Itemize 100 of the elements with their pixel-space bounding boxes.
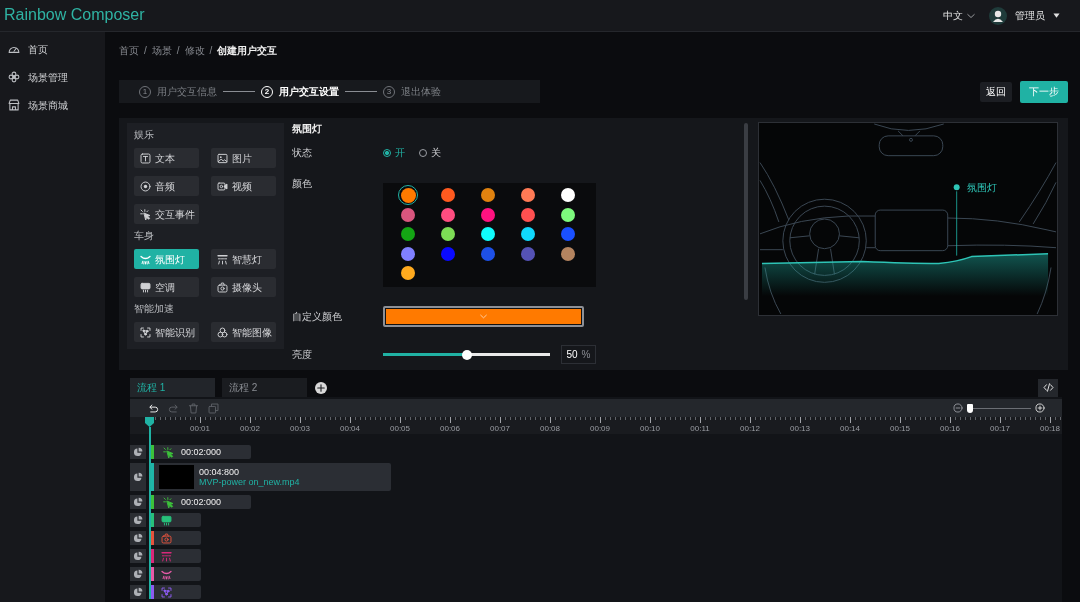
color-swatch[interactable] [521, 207, 535, 222]
color-swatch[interactable] [441, 207, 455, 222]
palette-item-button[interactable]: 空调 [134, 277, 199, 297]
color-swatch[interactable] [561, 188, 575, 203]
color-swatch[interactable] [401, 246, 415, 261]
breadcrumb-separator: / [209, 44, 213, 58]
back-button[interactable]: 返回 [980, 81, 1012, 102]
property-label: 自定义颜色 [292, 309, 343, 324]
color-swatch[interactable] [481, 227, 495, 242]
timeline-clip[interactable]: 00:02:000 [151, 495, 251, 509]
user-menu[interactable]: 管理员 [1015, 9, 1060, 22]
code-view-button[interactable] [1038, 378, 1058, 397]
step-connector-line [223, 91, 255, 92]
video-thumbnail [159, 465, 194, 489]
timeline-clip[interactable] [151, 585, 201, 599]
breadcrumb-link[interactable]: 首页 [119, 44, 139, 58]
color-swatch[interactable] [441, 227, 455, 242]
sidebar-item[interactable]: 场景商城 [0, 91, 105, 119]
avatar-icon[interactable] [989, 6, 1007, 25]
breadcrumb-link[interactable]: 修改 [184, 44, 205, 58]
breadcrumb-separator: / [176, 44, 180, 58]
color-swatch[interactable] [561, 227, 575, 242]
color-swatch[interactable] [481, 246, 495, 261]
palette-item-button[interactable]: 视频 [211, 176, 276, 196]
palette-item-button[interactable]: 摄像头 [211, 277, 276, 297]
color-swatch[interactable] [561, 246, 575, 261]
breadcrumb-link[interactable]: 场景 [151, 44, 172, 58]
track-handle[interactable] [130, 531, 146, 545]
color-swatch[interactable] [401, 227, 415, 242]
undo-button[interactable] [148, 402, 159, 414]
step-connector-line [345, 91, 377, 92]
track-handle[interactable] [130, 567, 146, 581]
flow-tab[interactable]: 流程 2 [222, 378, 307, 397]
video-icon [217, 180, 228, 192]
color-swatch[interactable] [481, 207, 495, 222]
timeline-clip[interactable] [151, 549, 201, 563]
light-bar-icon [161, 550, 172, 562]
step-label[interactable]: 用户交互设置 [279, 85, 339, 98]
color-swatch[interactable] [481, 188, 495, 203]
pie-icon [133, 533, 143, 543]
color-swatch[interactable] [401, 207, 415, 222]
timeline-clip[interactable] [151, 513, 201, 527]
palette-item-button[interactable]: 图片 [211, 148, 276, 168]
click-icon [163, 446, 174, 458]
color-swatch[interactable] [401, 266, 415, 281]
timeline-clip[interactable]: 00:04:800 MVP-power on_new.mp4 [151, 463, 391, 491]
trash-icon [188, 402, 199, 414]
radio-button[interactable] [383, 149, 391, 157]
image-icon [217, 152, 228, 164]
track-handle[interactable] [130, 585, 146, 599]
ruler-label: 00:08 [540, 424, 560, 433]
radio-label[interactable]: 关 [431, 147, 441, 159]
palette-item-button[interactable]: 文本 [134, 148, 199, 168]
light-bar-icon [217, 253, 228, 265]
track-handle[interactable] [130, 549, 146, 563]
pie-icon [133, 587, 143, 597]
track-handle[interactable] [130, 513, 146, 527]
track-handle[interactable] [130, 463, 146, 491]
color-swatch[interactable] [521, 188, 535, 203]
playhead-handle-icon[interactable] [145, 417, 154, 427]
brightness-value-field[interactable]: 50 % [561, 345, 596, 364]
palette-item-button[interactable]: 智能图像 [211, 322, 276, 342]
palette-item-button[interactable]: 音频 [134, 176, 199, 196]
sidebar-item[interactable]: 场景管理 [0, 63, 105, 91]
palette-item-button[interactable]: 交互事件 [134, 204, 199, 224]
color-swatch[interactable] [521, 227, 535, 242]
track-handle[interactable] [130, 445, 146, 459]
zoom-in-button[interactable] [1035, 403, 1045, 413]
slider-thumb[interactable] [967, 403, 974, 413]
flow-tab[interactable]: 流程 1 [130, 378, 215, 397]
timeline-clip[interactable]: 00:02:000 [151, 445, 251, 459]
color-picker-dropdown[interactable] [383, 306, 584, 327]
circle-dot-icon [140, 180, 151, 192]
click-icon [140, 208, 151, 220]
step-label[interactable]: 退出体验 [401, 85, 441, 98]
clip-file-name: MVP-power on_new.mp4 [199, 477, 300, 487]
color-swatch[interactable] [561, 207, 575, 222]
color-swatch[interactable] [441, 246, 455, 261]
scrollbar-thumb[interactable] [744, 123, 748, 300]
camera-icon [161, 532, 172, 544]
ruler-label: 00:16 [940, 424, 960, 433]
language-dropdown[interactable]: 中文 [943, 9, 975, 22]
track-handle[interactable] [130, 495, 146, 509]
color-swatch[interactable] [521, 246, 535, 261]
zoom-out-button[interactable] [953, 403, 963, 413]
timeline-clip[interactable] [151, 531, 201, 545]
radio-label[interactable]: 开 [395, 147, 405, 159]
slider-thumb[interactable] [461, 349, 472, 360]
ruler-label: 00:17 [990, 424, 1010, 433]
color-swatch[interactable] [441, 188, 455, 203]
add-tab-button[interactable] [315, 381, 327, 394]
palette-item-button[interactable]: 智能识别 [134, 322, 199, 342]
timeline-clip[interactable] [151, 567, 201, 581]
hotspot-dot-icon[interactable] [953, 184, 960, 191]
sidebar-item[interactable]: 首页 [0, 35, 105, 63]
ruler-label: 00:10 [640, 424, 660, 433]
leader-line [956, 190, 958, 256]
property-label: 状态 [292, 146, 313, 160]
step-label[interactable]: 用户交互信息 [157, 85, 217, 98]
palette-item-button[interactable]: 智慧灯 [211, 249, 276, 269]
